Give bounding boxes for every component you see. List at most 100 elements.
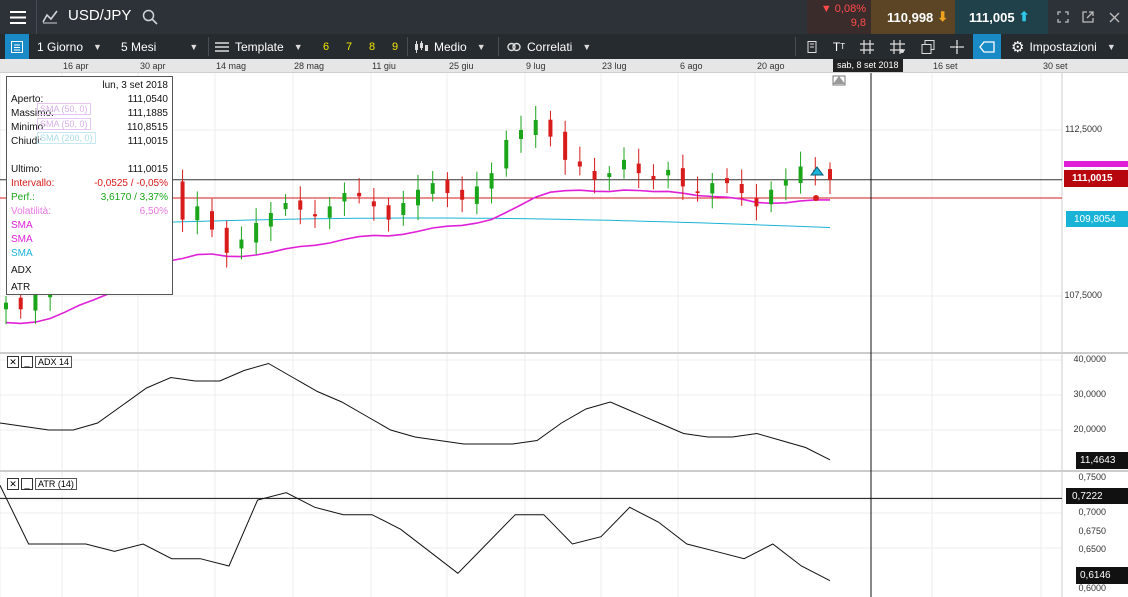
faded-sma-label: SMA (200, 0): [37, 132, 96, 144]
correlated-dropdown[interactable]: Correlati ▼: [507, 34, 591, 59]
candle-body: [210, 211, 214, 230]
candle-body: [224, 227, 229, 253]
candle-body: [416, 189, 420, 206]
candle-body: [592, 170, 597, 180]
legend-sma[interactable]: SMA: [11, 248, 168, 261]
preset-7[interactable]: 7: [346, 34, 352, 59]
ohlc-info-box: lun, 3 set 2018 Aperto: 111,0540 Massimo:…: [6, 76, 173, 295]
change-points: 9,8: [850, 17, 866, 29]
date-label: 28 mag: [294, 61, 325, 71]
candle-body: [533, 120, 538, 135]
symbol-title: USD/JPY: [68, 7, 132, 24]
template-dropdown[interactable]: Template ▼: [215, 34, 303, 59]
candle-body: [725, 178, 729, 184]
period-dropdown[interactable]: 1 Giorno ▼: [37, 34, 102, 59]
minimize-icon[interactable]: _: [21, 478, 33, 490]
tag-icon[interactable]: [973, 34, 1001, 59]
date-label: 23 lug: [602, 61, 627, 71]
candle-body: [651, 175, 656, 180]
date-label: 14 mag: [216, 61, 247, 71]
top-bar: USD/JPY ▼ 0,08% 9,8 110,998 ⬇ 111,005 ⬆: [0, 0, 1128, 34]
faded-sma-label: SMA (50, 0): [37, 103, 91, 115]
tools-icon[interactable]: [802, 34, 822, 59]
fullscreen-icon[interactable]: [1052, 0, 1074, 34]
candle-body: [239, 239, 244, 249]
candle-body: [489, 173, 494, 189]
sma-cyan-tag: 109,8054: [1066, 211, 1128, 227]
candle-body: [371, 201, 376, 207]
atr-level-tag: 0,7222: [1066, 488, 1128, 504]
legend-sma[interactable]: SMA: [11, 234, 168, 247]
preset-8[interactable]: 8: [369, 34, 375, 59]
candle-body: [769, 189, 774, 205]
change-percent: ▼ 0,08%: [820, 3, 866, 15]
adx-pane-name: ADX 14: [35, 356, 73, 368]
legend-adx[interactable]: ADX: [11, 265, 168, 278]
candle-body: [563, 131, 568, 160]
candle-body: [430, 183, 435, 194]
atr-axis-label: 0,6000: [1078, 583, 1106, 593]
sma-magenta-tag: [1064, 161, 1128, 167]
adx-last-tag: 11,4643: [1076, 452, 1128, 469]
close-icon[interactable]: ✕: [7, 478, 19, 490]
candle-body: [254, 222, 259, 243]
legend-sma[interactable]: SMA: [11, 220, 168, 233]
candle-body: [783, 179, 788, 186]
candle-body: [283, 203, 288, 210]
adx-axis-label: 20,0000: [1073, 424, 1106, 434]
grid-icon[interactable]: [857, 34, 877, 59]
atr-pane-name: ATR (14): [35, 478, 77, 490]
info-row-last: Ultimo: 111,0015: [11, 164, 168, 175]
chevron-down-icon: ▼: [582, 41, 592, 52]
candle-body: [4, 302, 8, 310]
candle-body: [695, 191, 700, 194]
info-row-perf: Perf.: 3,6170 / 3,37%: [11, 192, 168, 203]
preset-6[interactable]: 6: [323, 34, 329, 59]
candle-body: [268, 213, 273, 227]
ask-price[interactable]: 111,005 ⬆: [955, 0, 1048, 34]
info-row-range: Intervallo: -0,0525 / -0,05%: [11, 178, 168, 189]
candle-body: [474, 186, 479, 204]
list-icon[interactable]: [5, 34, 29, 59]
search-icon[interactable]: [140, 0, 160, 34]
bid-price[interactable]: 110,998 ⬇: [871, 0, 955, 34]
crosshair-grid-icon[interactable]: [886, 34, 908, 59]
chevron-down-icon: ▼: [93, 41, 102, 52]
text-icon[interactable]: TT: [828, 34, 850, 59]
candle-body: [548, 119, 553, 137]
adx-axis-label: 30,0000: [1073, 389, 1106, 399]
crosshair-icon[interactable]: [946, 34, 968, 59]
minimize-icon[interactable]: _: [21, 356, 33, 368]
gear-icon: ⚙: [1011, 38, 1025, 56]
change-box: ▼ 0,08% 9,8: [807, 0, 871, 34]
candle-body: [313, 214, 317, 217]
candle-icon: [415, 40, 428, 53]
last-price-tag: 111,0015: [1064, 170, 1128, 187]
layers-icon[interactable]: [917, 34, 939, 59]
popout-icon[interactable]: [1077, 0, 1099, 34]
chart-type-dropdown[interactable]: Medio ▼: [414, 34, 486, 59]
date-label: 20 ago: [757, 61, 785, 71]
close-icon[interactable]: ✕: [7, 356, 19, 368]
settings-button[interactable]: ⚙ Impostazioni ▼: [1011, 34, 1116, 59]
candle-body: [298, 200, 303, 210]
candle-body: [327, 206, 332, 218]
candle-body: [18, 297, 23, 310]
close-icon[interactable]: [1103, 0, 1125, 34]
preset-9[interactable]: 9: [392, 34, 398, 59]
atr-axis-label: 0,6750: [1078, 526, 1106, 536]
candle-body: [828, 169, 832, 180]
legend-atr[interactable]: ATR: [11, 282, 168, 295]
red-dot-marker: [813, 195, 819, 201]
down-arrow-icon: ⬇: [937, 9, 949, 24]
chevron-down-icon: ▼: [476, 41, 486, 52]
candle-body: [445, 179, 450, 194]
menu-icon[interactable]: [0, 0, 36, 34]
adx-axis-label: 40,0000: [1073, 354, 1106, 364]
candle-body: [739, 183, 744, 194]
atr-last-tag: 0,6146: [1076, 567, 1128, 584]
candle-body: [504, 139, 509, 169]
atr-axis-label: 0,7500: [1078, 472, 1106, 482]
trend-icon[interactable]: [37, 0, 63, 34]
range-dropdown[interactable]: 5 Mesi ▼: [121, 34, 198, 59]
